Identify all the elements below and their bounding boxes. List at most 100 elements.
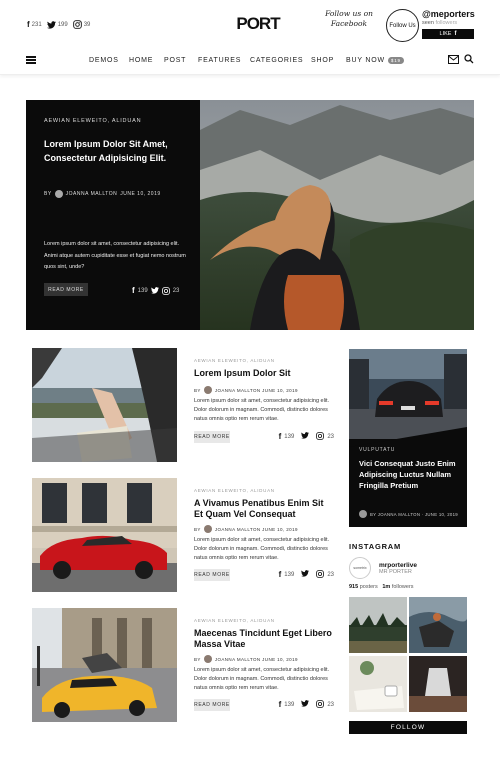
- search-icon[interactable]: [464, 54, 474, 64]
- instagram-widget: INSTAGRAM sometrix mrporterlive MR PORTE…: [349, 542, 467, 590]
- post-author-date[interactable]: JOANNA MALLTON JUNE 10, 2019: [215, 527, 298, 532]
- fb-handle: @meporters: [422, 9, 475, 19]
- post-card: AEWIAN ELEWEITO, ALIDUAN Maecenas Tincid…: [32, 608, 334, 722]
- twitter-icon[interactable]: [301, 700, 310, 709]
- instagram-icon[interactable]: [316, 569, 325, 580]
- post-excerpt: Lorem ipsum dolor sit amet, consectetur …: [194, 667, 330, 692]
- facebook-icon[interactable]: f: [132, 286, 135, 295]
- instagram-thumb[interactable]: [349, 656, 407, 712]
- side-feature-title[interactable]: Vici Consequat Justo Enim Adipiscing Luc…: [359, 458, 459, 491]
- facebook-icon[interactable]: f: [279, 432, 282, 441]
- mail-icon[interactable]: [448, 55, 459, 64]
- post-meta: AEWIAN ELEWEITO, ALIDUAN A Vivamus Penat…: [194, 478, 334, 581]
- instagram-icon[interactable]: [72, 20, 82, 29]
- facebook-icon[interactable]: f: [27, 20, 30, 29]
- hero-excerpt: Lorem ipsum dolor sit amet, consectetur …: [44, 241, 186, 270]
- fb-handle-box: @meporters seen followers LIKE f: [422, 9, 478, 39]
- hero-date: JUNE 10, 2019: [120, 191, 161, 197]
- instagram-avatar[interactable]: sometrix: [349, 557, 371, 579]
- post-card: AEWIAN ELEWEITO, ALIDUAN A Vivamus Penat…: [32, 478, 334, 592]
- byline-prefix: BY: [194, 387, 201, 393]
- nav-categories[interactable]: CATEGORIES: [250, 57, 303, 64]
- nav-buy-now-label: BUY NOW: [346, 57, 385, 64]
- post-author-date[interactable]: JOANNA MALLTON JUNE 10, 2019: [215, 657, 298, 662]
- hero-share-counts: f 139 23: [132, 286, 179, 295]
- hero-image[interactable]: [200, 100, 474, 330]
- author-avatar: [203, 655, 212, 663]
- side-feature-image[interactable]: [349, 349, 467, 439]
- hero-text-panel: AEWIAN ELEWEITO, ALIDUAN Lorem Ipsum Dol…: [26, 100, 200, 330]
- read-more-button[interactable]: READ MORE: [194, 568, 230, 581]
- read-more-button[interactable]: READ MORE: [194, 430, 230, 443]
- hero-byline: BY JOANNA MALLTON JUNE 10, 2019: [44, 190, 161, 198]
- ig-count: 23: [327, 701, 334, 708]
- read-more-button[interactable]: READ MORE: [194, 698, 230, 711]
- nav-buy-now[interactable]: BUY NOW $19: [346, 57, 404, 64]
- fb-like-button[interactable]: LIKE f: [422, 29, 474, 39]
- hero-title[interactable]: Lorem Ipsum Dolor Sit Amet, Consectetur …: [44, 137, 189, 165]
- twitter-icon[interactable]: [301, 570, 310, 579]
- post-kicker[interactable]: AEWIAN ELEWEITO, ALIDUAN: [194, 618, 334, 623]
- instagram-count: 39: [83, 21, 91, 28]
- nav-home[interactable]: HOME: [129, 57, 153, 64]
- twitter-icon[interactable]: [46, 20, 56, 29]
- facebook-icon[interactable]: f: [279, 700, 282, 709]
- byline-prefix: BY: [194, 526, 201, 532]
- instagram-icon[interactable]: [316, 699, 325, 710]
- instagram-thumb[interactable]: [349, 597, 407, 653]
- follow-us-circle[interactable]: Follow Us: [386, 9, 419, 42]
- post-byline: BY JOANNA MALLTON JUNE 10, 2019: [194, 655, 334, 663]
- nav-demos[interactable]: DEMOS: [89, 57, 119, 64]
- hero-kicker[interactable]: AEWIAN ELEWEITO, ALIDUAN: [44, 118, 141, 124]
- post-kicker[interactable]: AEWIAN ELEWEITO, ALIDUAN: [194, 358, 334, 363]
- instagram-thumb[interactable]: [409, 597, 467, 653]
- instagram-icon[interactable]: [161, 286, 170, 295]
- instagram-posts-count: 915: [349, 584, 359, 590]
- post-meta: AEWIAN ELEWEITO, ALIDUAN Maecenas Tincid…: [194, 608, 334, 711]
- hero-read-more-button[interactable]: READ MORE: [44, 283, 88, 296]
- post-meta: AEWIAN ELEWEITO, ALIDUAN Lorem Ipsum Dol…: [194, 348, 334, 443]
- share-counts: f 139 23: [279, 569, 334, 580]
- side-feature-author-date[interactable]: BY JOANNA MALLTON · JUNE 10, 2019: [370, 512, 458, 517]
- nav-post[interactable]: POST: [164, 57, 186, 64]
- share-counts: f 139 23: [279, 699, 334, 710]
- like-label: LIKE: [439, 31, 452, 37]
- post-image[interactable]: [32, 348, 177, 462]
- instagram-thumb[interactable]: [409, 656, 467, 712]
- hero-author[interactable]: JOANNA MALLTON: [66, 191, 118, 197]
- nav-shop[interactable]: SHOP: [311, 57, 334, 64]
- menu-icon[interactable]: [26, 56, 36, 64]
- promo-line1: Follow us on: [325, 9, 373, 18]
- facebook-icon: f: [454, 31, 457, 37]
- post-image[interactable]: [32, 478, 177, 592]
- facebook-icon[interactable]: f: [279, 570, 282, 579]
- author-avatar: [54, 190, 63, 198]
- side-feature-byline: BY JOANNA MALLTON · JUNE 10, 2019: [359, 510, 458, 518]
- instagram-username[interactable]: mrporterlive: [379, 562, 417, 569]
- twitter-icon[interactable]: [150, 287, 159, 294]
- post-kicker[interactable]: AEWIAN ELEWEITO, ALIDUAN: [194, 488, 334, 493]
- instagram-icon[interactable]: [316, 431, 325, 442]
- twitter-icon[interactable]: [301, 432, 310, 441]
- followers-label: followers: [435, 20, 458, 26]
- hero-ig-count: 23: [172, 287, 180, 294]
- post-image[interactable]: [32, 608, 177, 722]
- fb-count: 139: [284, 701, 295, 708]
- instagram-posts-label: posters: [359, 584, 378, 590]
- post-title[interactable]: Lorem Ipsum Dolor Sit: [194, 368, 334, 379]
- post-title[interactable]: A Vivamus Penatibus Enim Sit Et Quam Vel…: [194, 498, 334, 520]
- instagram-stats: 915 posters 1m followers: [349, 584, 467, 590]
- instagram-display-name: MR PORTER: [379, 568, 412, 575]
- post-title[interactable]: Maecenas Tincidunt Eget Libero Massa Vit…: [194, 628, 334, 650]
- site-logo[interactable]: PORT: [230, 14, 286, 34]
- side-feature-kicker[interactable]: VULPUTATU: [359, 447, 395, 453]
- instagram-heading: INSTAGRAM: [349, 542, 402, 551]
- ig-count: 23: [327, 433, 334, 440]
- nav-features[interactable]: FEATURES: [198, 57, 241, 64]
- post-excerpt: Lorem ipsum dolor sit amet, consectetur …: [194, 398, 330, 423]
- post-author-date[interactable]: JOANNA MALLTON JUNE 10, 2019: [215, 388, 298, 393]
- instagram-followers-label: followers: [391, 584, 414, 590]
- twitter-count: 199: [57, 21, 68, 28]
- instagram-follow-button[interactable]: FOLLOW: [349, 721, 467, 734]
- side-feature-card[interactable]: VULPUTATU Vici Consequat Justo Enim Adip…: [349, 349, 467, 527]
